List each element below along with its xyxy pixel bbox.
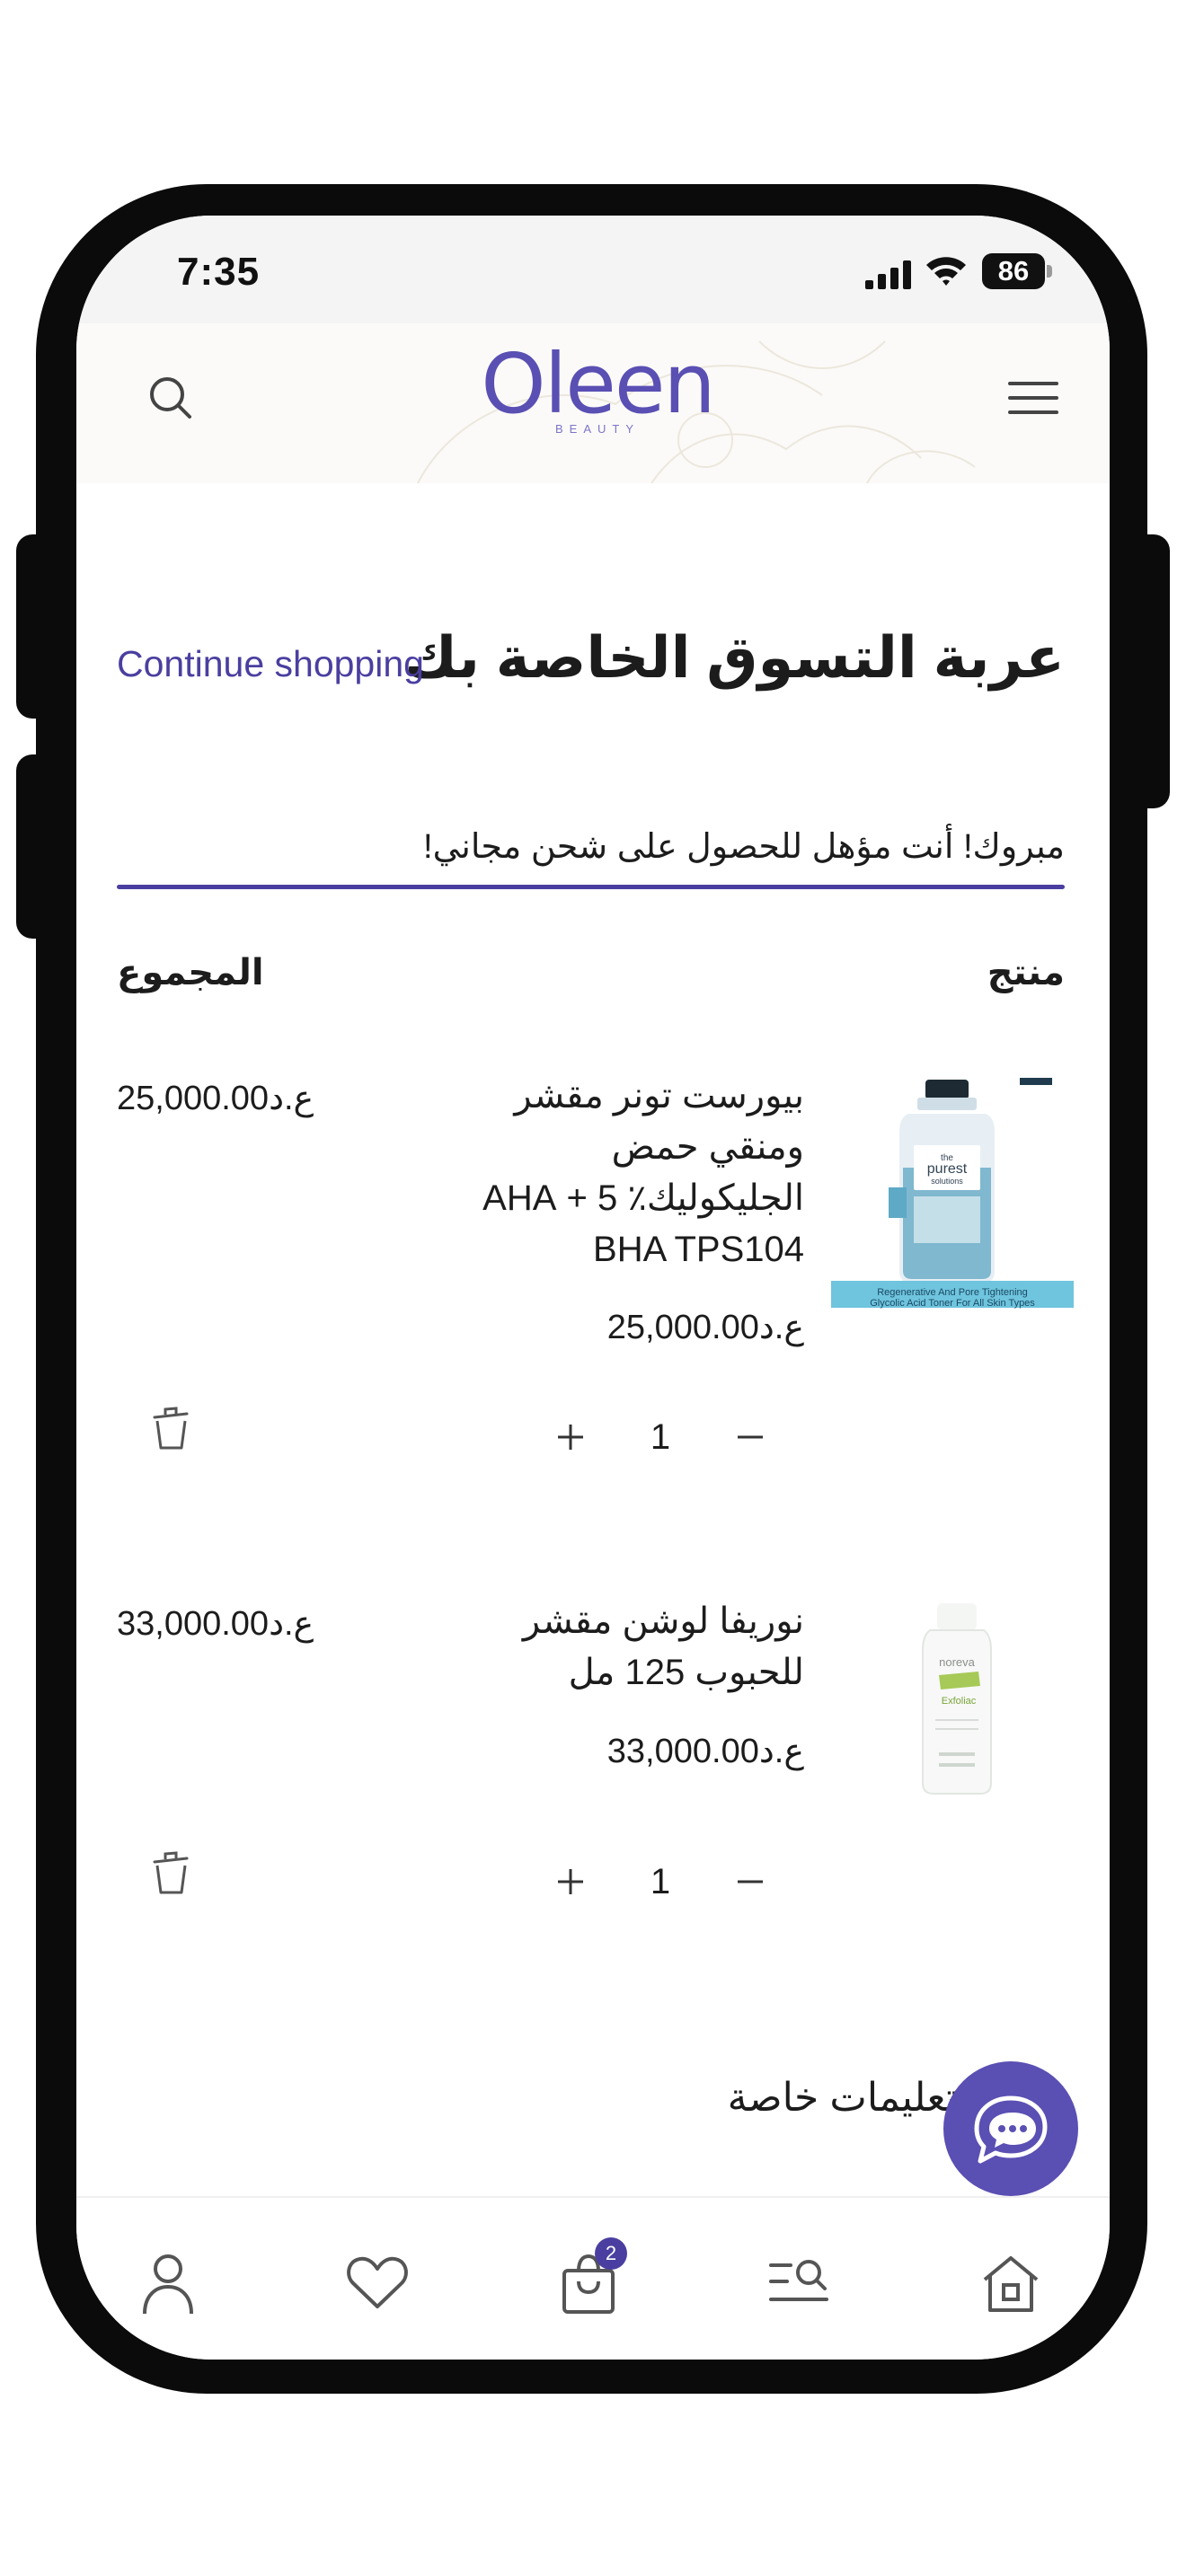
menu-button[interactable]	[1002, 366, 1065, 429]
cart-title: عربة التسوق الخاصة بك	[404, 625, 1065, 690]
nav-wishlist[interactable]	[337, 2243, 418, 2324]
quantity-value: 1	[650, 1417, 671, 1457]
nav-account[interactable]	[128, 2243, 208, 2324]
svg-text:noreva: noreva	[939, 1655, 976, 1669]
status-bar: 7:35 86	[76, 216, 1110, 323]
quantity-increase-button[interactable]	[544, 1855, 597, 1909]
cart-count-badge: 2	[595, 2237, 627, 2270]
status-time: 7:35	[177, 250, 261, 294]
chat-icon	[974, 2095, 1048, 2164]
product-price: 25,000.00ع.د	[606, 1309, 804, 1346]
wifi-icon	[926, 257, 966, 286]
free-shipping-message: مبروك! أنت مؤهل للحصول على شحن مجاني!	[423, 828, 1065, 866]
svg-text:Exfoliac: Exfoliac	[942, 1696, 977, 1707]
plus-icon	[558, 1425, 583, 1450]
product-price: 33,000.00ع.د	[606, 1733, 804, 1770]
signal-icon	[865, 260, 911, 289]
battery-icon: 86	[982, 253, 1052, 289]
line-total: 25,000.00ع.د	[117, 1080, 314, 1117]
quantity-increase-button[interactable]	[544, 1410, 597, 1464]
trash-icon	[153, 1851, 189, 1894]
free-shipping-progress	[117, 885, 1065, 889]
column-header-total: المجموع	[117, 953, 264, 992]
search-list-icon	[769, 2260, 828, 2301]
trash-icon	[153, 1407, 189, 1450]
remove-item-button[interactable]	[139, 1841, 202, 1904]
chat-button[interactable]	[943, 2061, 1078, 2196]
svg-text:Glycolic Acid Toner For All Sk: Glycolic Acid Toner For All Skin Types	[870, 1298, 1035, 1309]
continue-shopping-link[interactable]: Continue shopping	[117, 643, 424, 685]
quantity-value: 1	[650, 1862, 671, 1901]
home-icon	[983, 2256, 1039, 2312]
product-title[interactable]: بيورست تونر مقشر ومنقي حمض الجليكوليك٪ 5…	[445, 1071, 804, 1275]
svg-text:solutions: solutions	[931, 1177, 963, 1186]
nav-search-list[interactable]	[759, 2243, 840, 2324]
quantity-decrease-button[interactable]	[723, 1410, 777, 1464]
wishlist-icon	[347, 2256, 408, 2308]
brand-logo[interactable]: Oleen BEAUTY	[481, 336, 716, 456]
minus-icon	[738, 1880, 763, 1883]
search-button[interactable]	[139, 366, 202, 429]
menu-icon	[1008, 382, 1058, 414]
svg-text:purest: purest	[927, 1161, 968, 1177]
remove-item-button[interactable]	[139, 1397, 202, 1460]
product-image[interactable]: the purest solutions Regenerative And Po…	[831, 1078, 1074, 1320]
brand-name: Oleen	[481, 336, 716, 432]
account-icon	[143, 2254, 193, 2315]
line-total: 33,000.00ع.د	[117, 1605, 314, 1643]
search-icon	[150, 377, 191, 419]
bottom-navigation: 2	[76, 2196, 1110, 2360]
nav-cart[interactable]: 2	[548, 2237, 629, 2324]
app-screen: 7:35 86 Oleen BEAUTY عربة التسوق الخاصة …	[76, 216, 1110, 2360]
svg-text:Regenerative And Pore Tighteni: Regenerative And Pore Tightening	[877, 1287, 1028, 1298]
minus-icon	[738, 1435, 763, 1439]
app-header: Oleen BEAUTY	[76, 323, 1110, 483]
special-instructions-toggle[interactable]: تعليمات خاصة	[728, 2075, 957, 2121]
nav-home[interactable]	[970, 2243, 1051, 2324]
product-title[interactable]: نوريفا لوشن مقشر للحبوب 125 مل	[445, 1596, 804, 1698]
column-header-product: منتج	[987, 953, 1065, 992]
quantity-decrease-button[interactable]	[723, 1855, 777, 1909]
battery-level: 86	[997, 255, 1030, 287]
plus-icon	[558, 1869, 583, 1894]
product-image[interactable]: noreva Exfoliac	[885, 1603, 1029, 1801]
